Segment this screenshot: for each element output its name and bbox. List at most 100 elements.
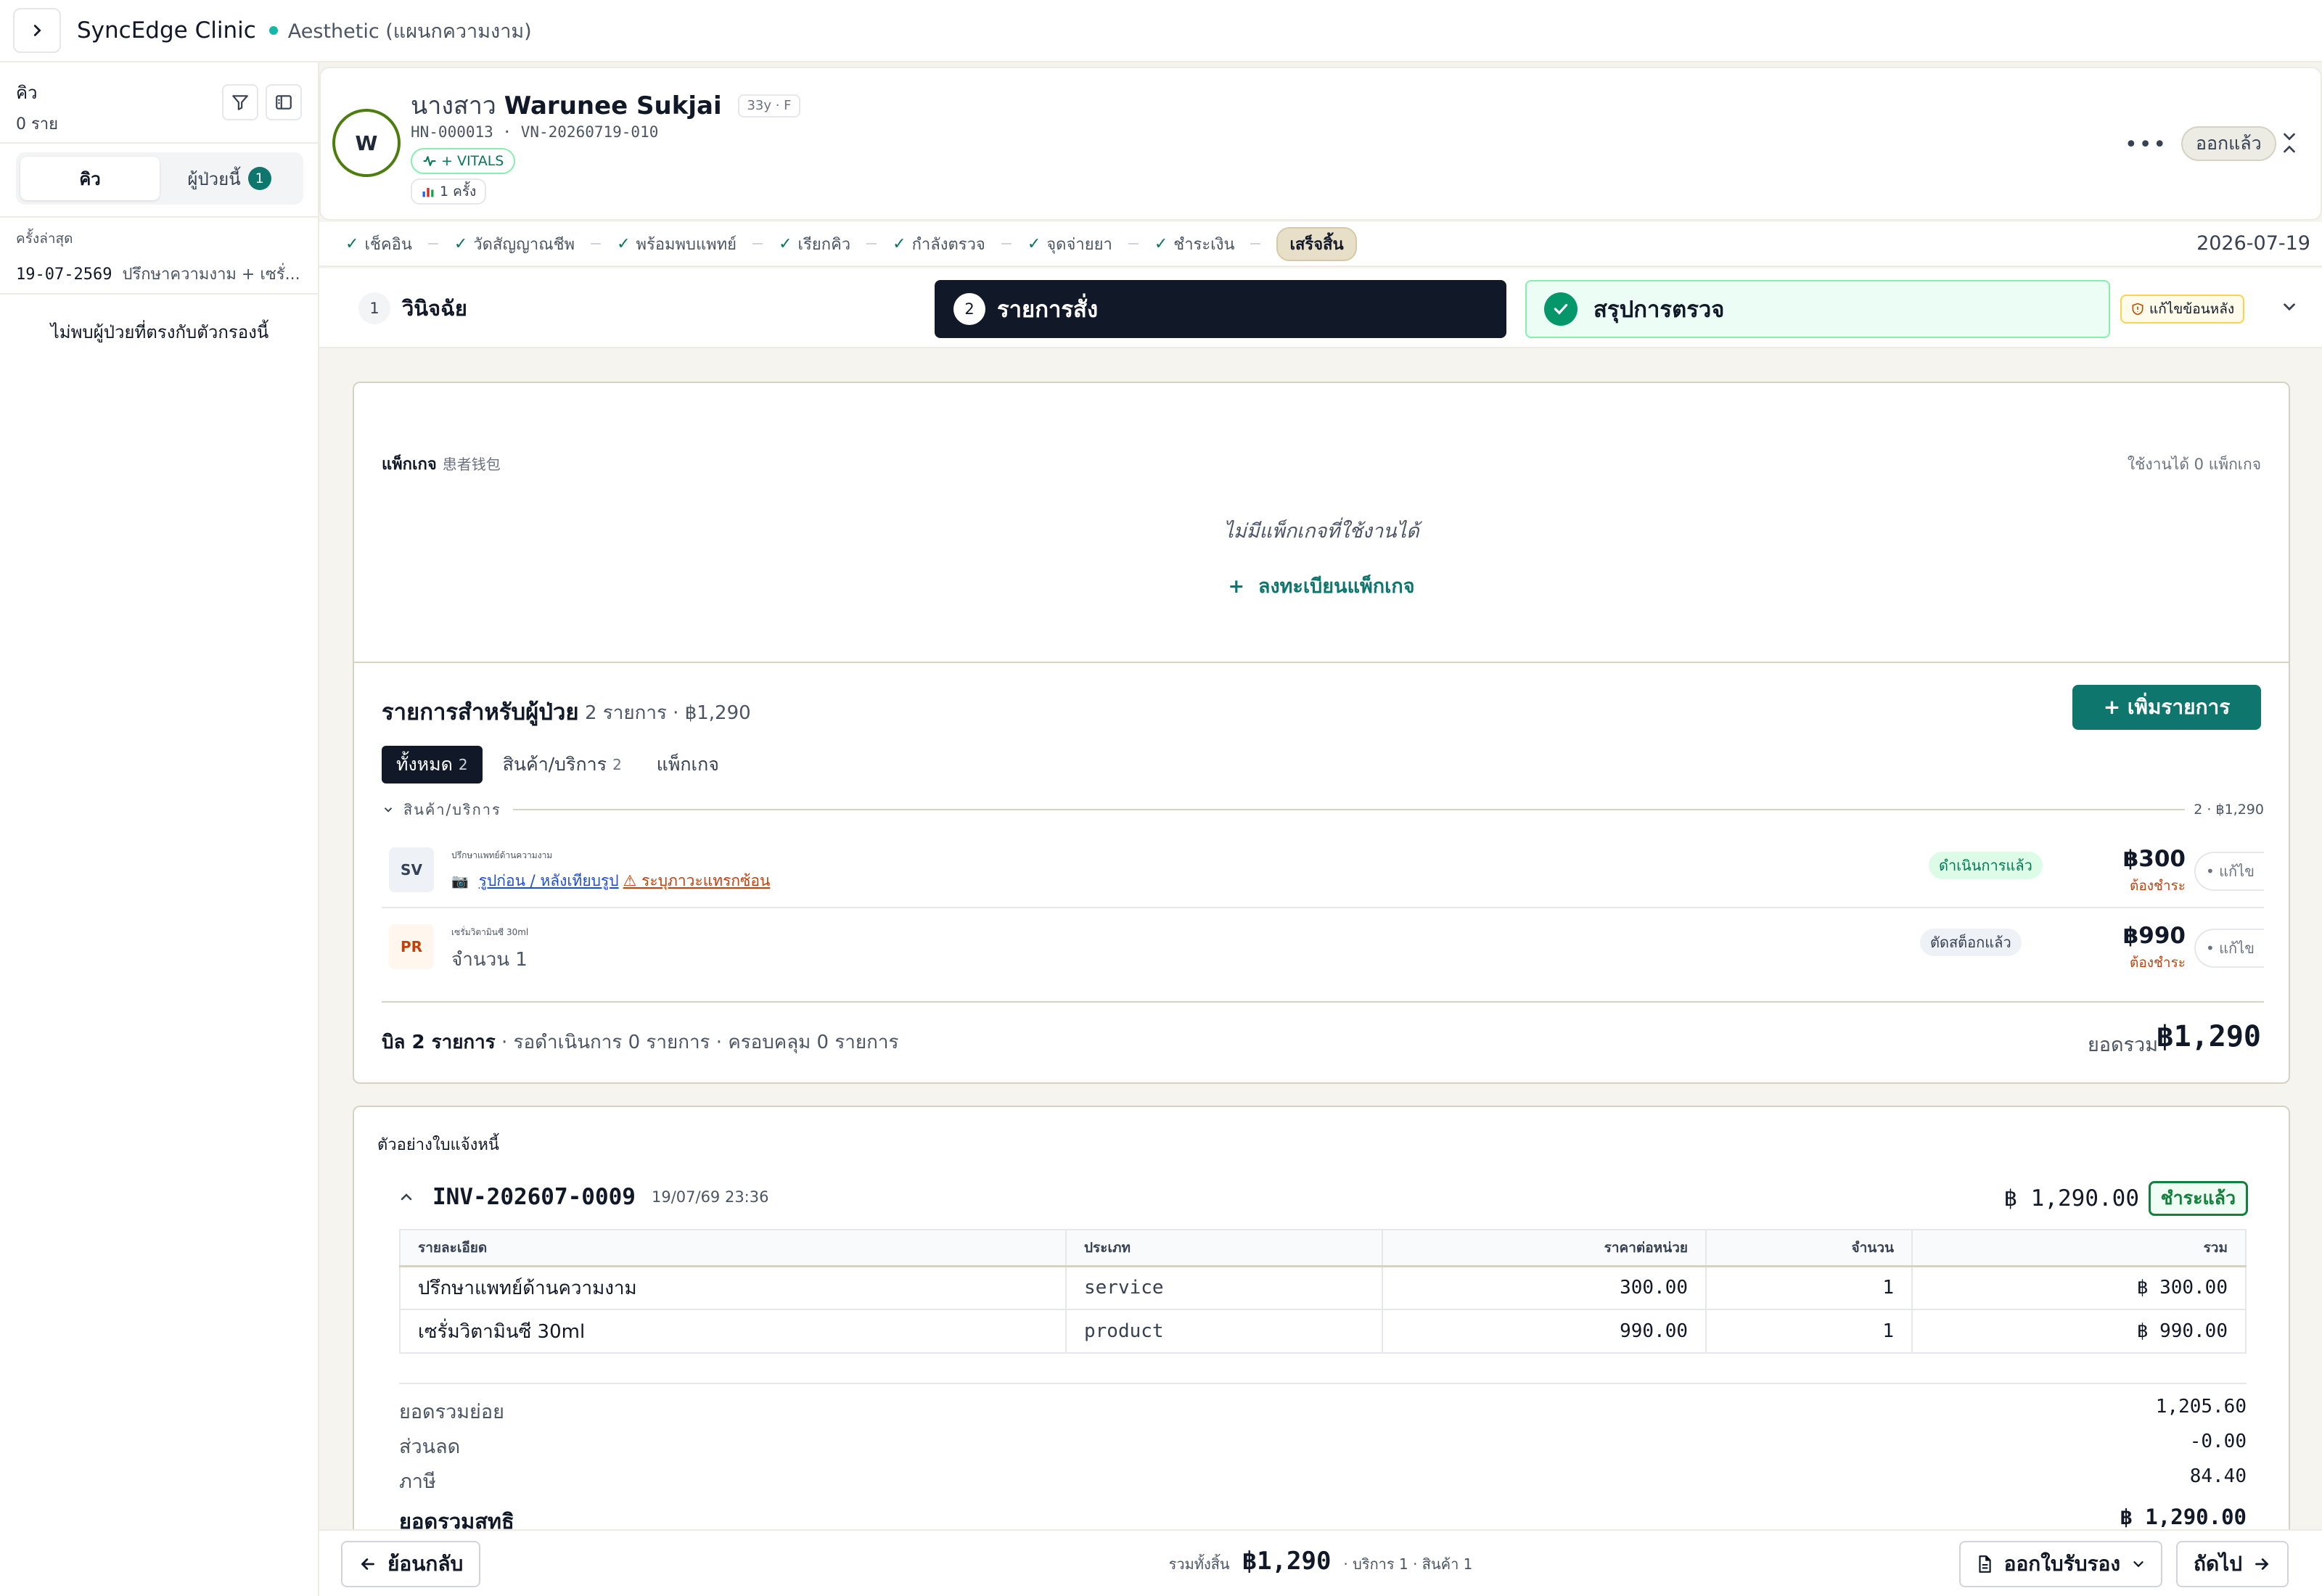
add-item-button[interactable]: + เพิ่มรายการ [2072, 685, 2261, 730]
orders-card: แพ็กเกจ 患者钱包 ใช้งานได้ 0 แพ็กเกจ ไม่มีแพ็… [353, 382, 2290, 1084]
progress-step: ✓ พร้อมพบแพทย์ [617, 231, 737, 257]
invoice-date: 19/07/69 23:36 [651, 1188, 769, 1206]
register-package-label: ลงทะเบียนแพ็กเกจ [1258, 575, 1415, 598]
packages-available: ใช้งานได้ 0 แพ็กเกจ [2127, 456, 2261, 473]
step-label: เช็คอิน [364, 235, 412, 254]
document-icon [1979, 1555, 1991, 1573]
certificate-label: ออกใบรับรอง [2003, 1552, 2120, 1576]
filter-button[interactable] [222, 84, 258, 120]
complication-label: ระบุภาวะแทรกซ้อน [641, 872, 771, 889]
last-visit[interactable]: ครั้งล่าสุด 19-07-2569 ปรึกษาความงาม + เซ… [0, 216, 319, 295]
more-options-icon[interactable]: ••• [2125, 132, 2167, 157]
complication-link[interactable]: ⚠ ระบุภาวะแทรกซ้อน [623, 869, 771, 893]
progress-step-final: เสร็จสิ้น [1276, 226, 1357, 261]
col-total: รวม [1912, 1230, 2247, 1267]
tab-this-patient-label: ผู้ป่วยนี้ [187, 168, 241, 189]
discount-row: ส่วนลด -0.00 [399, 1431, 2247, 1462]
chevron-down-icon [2284, 303, 2295, 311]
progress-step: ✓ เช็คอิน [345, 231, 412, 257]
department-name: Aesthetic (แผนกความงาม) [287, 20, 532, 43]
step-label: สรุปการตรวจ [1593, 297, 1725, 323]
step-separator [866, 243, 877, 244]
tab-queue[interactable]: คิว [20, 157, 160, 200]
tab-queue-label: คิว [79, 168, 101, 189]
chevron-right-icon [33, 25, 41, 36]
bill-count: บิล 2 รายการ [382, 1032, 496, 1053]
issue-certificate-button[interactable]: ออกใบรับรอง [1958, 1541, 2162, 1587]
visit-progress: ✓ เช็คอิน ✓ วัดสัญญาณชีพ ✓ พร้อมพบแพทย์ ✓ เร… [319, 222, 2322, 267]
invoice-table: รายละเอียด ประเภท ราคาต่อหน่วย จำนวน รวม… [399, 1229, 2247, 1354]
patient-ids: HN-000013 · VN-20260719-010 [411, 123, 659, 141]
discount-label: ส่วนลด [399, 1436, 461, 1458]
tab-label: แพ็กเกจ [656, 754, 719, 775]
bill-summary: บิล 2 รายการ · รอดำเนินการ 0 รายการ · คร… [382, 1027, 898, 1057]
empty-message: ไม่พบผู้ป่วยที่ตรงกับตัวกรองนี้ [50, 322, 269, 342]
sidebar-panel-icon [276, 95, 292, 110]
expand-wizard-button[interactable] [2280, 297, 2299, 321]
register-package-button[interactable]: + ลงทะเบียนแพ็กเกจ [354, 570, 2289, 601]
step-separator [752, 243, 763, 244]
check-circle-icon [1544, 292, 1578, 326]
step-separator [1250, 243, 1261, 244]
tab-all[interactable]: ทั้งหมด 2 [382, 746, 483, 783]
step-label: จุดจ่ายยา [1046, 235, 1112, 254]
status-badge[interactable]: ออกแล้ว [2181, 126, 2276, 161]
expand-sidebar-button[interactable] [13, 8, 61, 53]
arrow-right-icon [2255, 1558, 2269, 1570]
tab-packages[interactable]: แพ็กเกจ [642, 746, 734, 783]
edit-label: แก้ไข [2219, 863, 2255, 880]
dot-icon: • [2206, 939, 2220, 957]
wizard-step-diagnosis[interactable]: 1 วินิจฉัย [358, 292, 467, 325]
tab-products-services[interactable]: สินค้า/บริการ 2 [488, 746, 636, 783]
check-icon: ✓ [1027, 234, 1041, 253]
edit-item-button[interactable]: • แก้ไข [2194, 852, 2264, 891]
panel-toggle-button[interactable] [266, 84, 302, 120]
wizard-step-summary[interactable]: สรุปการตรวจ [1525, 280, 2110, 338]
tab-count: 2 [458, 756, 468, 773]
check-icon: ✓ [617, 234, 631, 253]
step-label: เรียกคิว [797, 235, 851, 254]
group-header[interactable]: สินค้า/บริการ 2 · ฿1,290 [382, 798, 2264, 821]
tab-this-patient[interactable]: ผู้ป่วยนี้ 1 [160, 157, 299, 200]
step-label: พร้อมพบแพทย์ [636, 235, 737, 254]
chevron-down-icon [2133, 1561, 2143, 1568]
paid-badge: ชำระแล้ว [2148, 1181, 2248, 1216]
next-button[interactable]: ถัดไป [2176, 1541, 2289, 1587]
add-vitals-button[interactable]: + VITALS [411, 148, 516, 174]
check-icon: ✓ [893, 234, 906, 253]
cell-type: service [1066, 1266, 1383, 1310]
patient-name: นางสาว Warunee Sukjai 33y · F [411, 86, 800, 125]
check-icon: ✓ [1154, 234, 1168, 253]
col-unit-price: ราคาต่อหน่วย [1382, 1230, 1707, 1267]
before-after-photo-link[interactable]: รูปก่อน / หลังเทียบรูป [479, 869, 619, 893]
shield-alert-icon [2132, 303, 2143, 316]
list-item: SV ปรึกษาแพทย์ด้านความงาม 📷 รูปก่อน / หล… [382, 833, 2264, 908]
bar-chart-icon [422, 188, 434, 197]
step-separator [427, 243, 438, 244]
name-prefix: นางสาว [411, 91, 496, 120]
step-separator [1128, 243, 1139, 244]
cell-unit-price: 990.00 [1382, 1309, 1707, 1354]
cell-unit-price: 300.00 [1382, 1266, 1707, 1310]
collapse-button[interactable] [2280, 131, 2299, 160]
invoice-header[interactable]: INV-202607-0009 19/07/69 23:36 [398, 1184, 768, 1210]
edit-item-button[interactable]: • แก้ไข [2194, 929, 2264, 968]
grand-total-value: ฿1,290 [1242, 1547, 1332, 1576]
total-value: ฿1,290 [2156, 1020, 2262, 1053]
invoice-preview-card: ตัวอย่างใบแจ้งหนี้ INV-202607-0009 19/07… [353, 1106, 2290, 1541]
cell-description: เซรั่มวิตามินซี 30ml [400, 1309, 1067, 1354]
tab-label: ทั้งหมด [396, 754, 453, 775]
cell-total: ฿ 300.00 [1912, 1266, 2247, 1310]
edit-after-button[interactable]: แก้ไขข้อนหลัง [2120, 295, 2245, 324]
step-label: ชำระเงิน [1173, 235, 1235, 254]
item-links: 📷 รูปก่อน / หลังเทียบรูป ⚠ ระบุภาวะแทรกซ… [451, 869, 770, 893]
patient-full-name: Warunee Sukjai [504, 91, 722, 120]
edit-after-label: แก้ไขข้อนหลัง [2149, 301, 2235, 317]
visit-count-chip[interactable]: 1 ครั้ง [411, 178, 487, 205]
item-price: ฿300 ต้องชำระ [2123, 846, 2186, 897]
cell-total: ฿ 990.00 [1912, 1309, 2247, 1354]
group-label: สินค้า/บริการ [403, 801, 501, 818]
cell-quantity: 1 [1706, 1266, 1913, 1310]
dot-icon: • [2206, 863, 2220, 880]
wizard-step-orders[interactable]: 2 รายการสั่ง [935, 280, 1506, 338]
